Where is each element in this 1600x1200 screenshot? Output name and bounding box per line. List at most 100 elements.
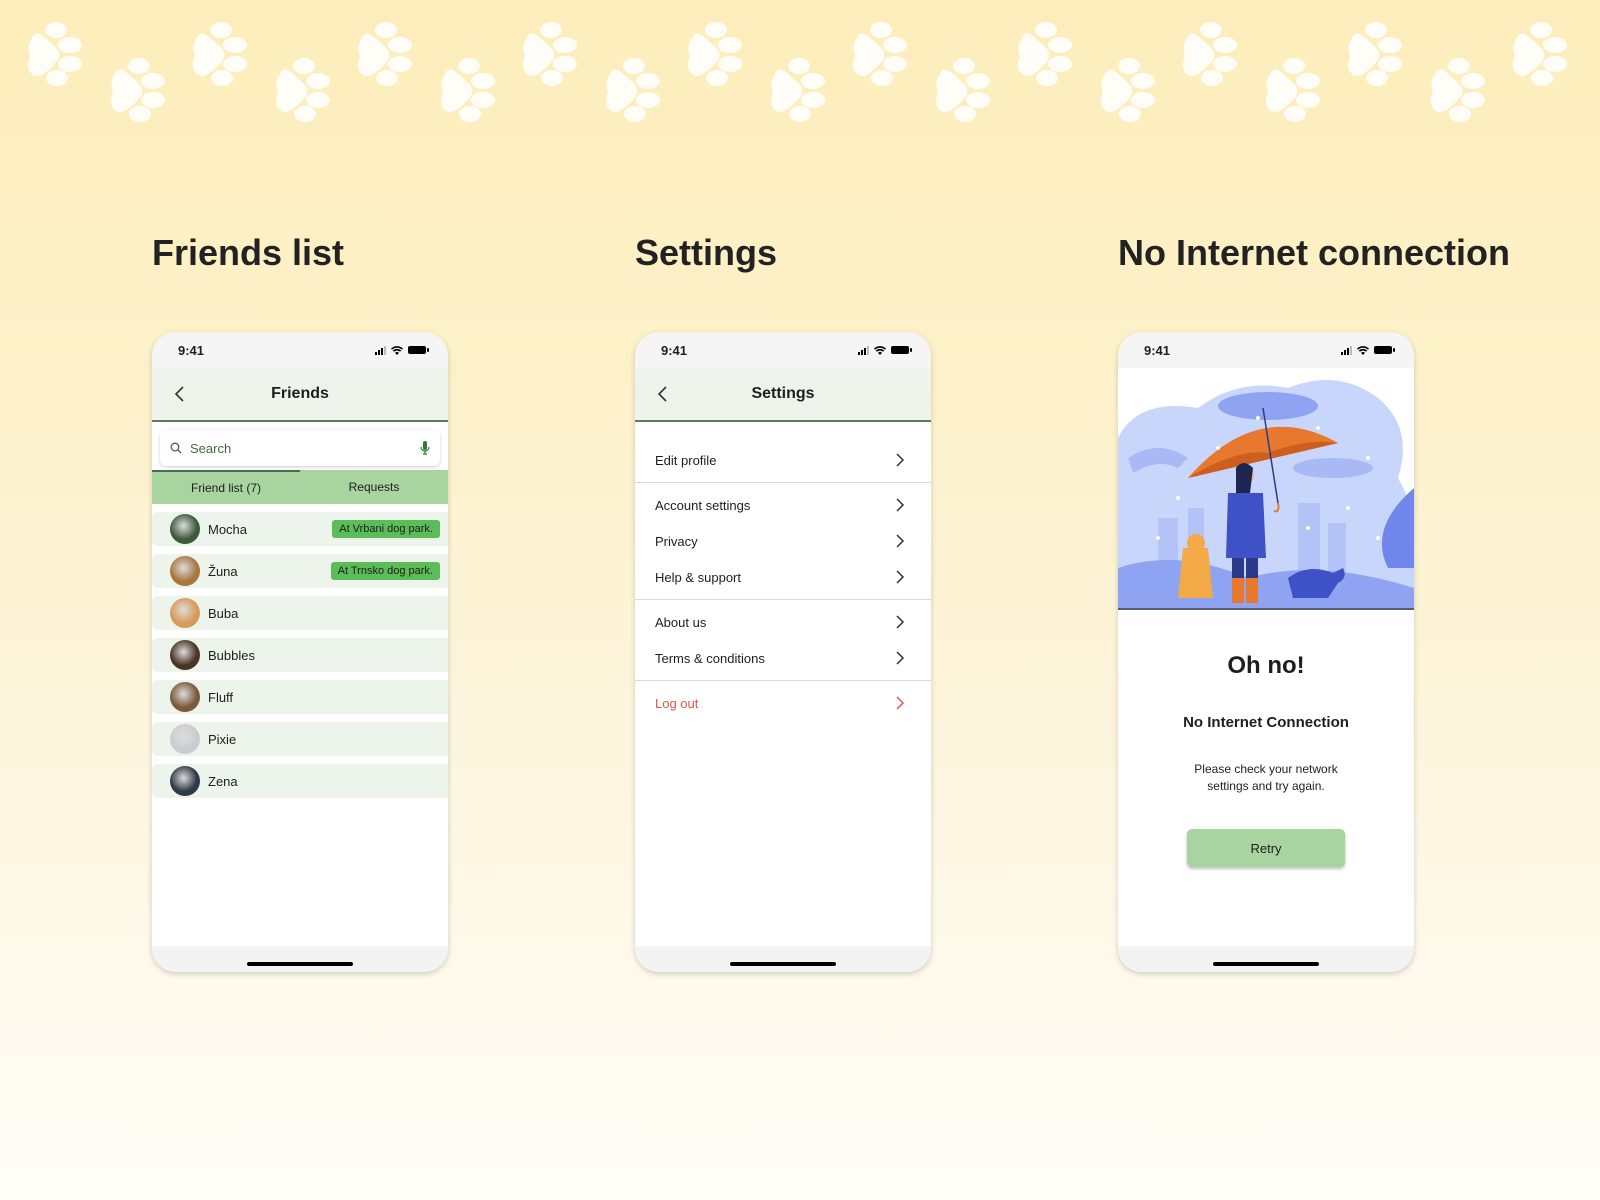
settings-list: Edit profile Account settings Privacy Help … [635, 422, 931, 725]
paw-print-icon [189, 16, 251, 88]
chevron-right-icon [896, 651, 905, 665]
signal-icon [375, 345, 386, 355]
status-time: 9:41 [178, 342, 205, 358]
chevron-right-icon [896, 615, 905, 629]
avatar [170, 514, 200, 544]
chevron-right-icon [896, 534, 905, 548]
settings-item-label: Account settings [655, 497, 751, 513]
status-bar: 9:41 [152, 332, 448, 368]
avatar [170, 766, 200, 796]
settings-item[interactable]: Help & support [635, 559, 931, 595]
friend-name: Buba [208, 605, 239, 621]
phone-friends: 9:41 Friends Friend list (7) Requests Mo… [152, 332, 448, 972]
paw-print-icon [1097, 52, 1159, 124]
microphone-icon[interactable] [420, 441, 430, 455]
battery-icon [891, 346, 912, 354]
wifi-icon [1357, 345, 1369, 355]
settings-group: Log out [635, 681, 931, 725]
home-indicator[interactable] [1213, 962, 1319, 966]
paw-print-icon [1344, 16, 1406, 88]
paw-print-icon [1179, 16, 1241, 88]
paw-print-icon [1427, 52, 1489, 124]
avatar [170, 640, 200, 670]
illustration-divider [1118, 608, 1414, 610]
rain-illustration [1118, 368, 1414, 608]
wifi-icon [874, 345, 886, 355]
section-title-friends: Friends list [152, 232, 345, 273]
section-title-no-internet: No Internet connection [1118, 232, 1511, 273]
chevron-right-icon [896, 570, 905, 584]
phone-settings: 9:41 Settings Edit profile Account settin… [635, 332, 931, 972]
search-icon [170, 442, 182, 454]
settings-item[interactable]: Edit profile [635, 442, 931, 478]
friend-row[interactable]: Pixie [152, 722, 448, 756]
back-chevron-icon[interactable] [653, 384, 673, 404]
search-input[interactable] [190, 440, 420, 456]
chevron-right-icon [896, 696, 905, 710]
home-area [152, 946, 448, 972]
settings-item-label: Edit profile [655, 452, 717, 468]
settings-item[interactable]: Account settings [635, 487, 931, 523]
back-chevron-icon[interactable] [170, 384, 190, 404]
friend-row[interactable]: Žuna At Trnsko dog park. [152, 554, 448, 588]
paw-print-icon [767, 52, 829, 124]
error-message: Please check your network settings and t… [1194, 762, 1338, 793]
avatar [170, 598, 200, 628]
home-area [635, 946, 931, 972]
friend-row[interactable]: Fluff [152, 680, 448, 714]
wifi-icon [391, 345, 403, 355]
friend-row[interactable]: Buba [152, 596, 448, 630]
battery-icon [1374, 346, 1395, 354]
retry-button[interactable]: Retry [1187, 829, 1345, 867]
settings-item[interactable]: Log out [635, 685, 931, 721]
paw-print-icon [932, 52, 994, 124]
settings-item[interactable]: Privacy [635, 523, 931, 559]
friend-name: Bubbles [208, 647, 255, 663]
error-subtitle: No Internet Connection [1183, 714, 1349, 731]
friend-list: Mocha At Vrbani dog park. Žuna At Trnsko do… [152, 504, 448, 798]
paw-print-icon [354, 16, 416, 88]
nav-title: Settings [751, 385, 815, 402]
avatar [170, 682, 200, 712]
tab-requests[interactable]: Requests [300, 470, 448, 504]
location-badge: At Vrbani dog park. [332, 520, 440, 538]
status-time: 9:41 [661, 342, 688, 358]
home-area [1118, 946, 1414, 972]
location-badge: At Trnsko dog park. [330, 562, 440, 580]
settings-item-label: Terms & conditions [655, 650, 765, 666]
chevron-right-icon [896, 498, 905, 512]
battery-icon [408, 346, 429, 354]
friend-name: Žuna [208, 563, 238, 579]
error-title: Oh no! [1227, 652, 1305, 679]
paw-print-icon [1014, 16, 1076, 88]
paw-print-icon [849, 16, 911, 88]
paw-print-icon [602, 52, 664, 124]
avatar [170, 556, 200, 586]
paw-print-icon [1262, 52, 1324, 124]
paw-print-icon [107, 52, 169, 124]
paw-print-banner [0, 0, 1600, 140]
paw-print-icon [519, 16, 581, 88]
friend-name: Fluff [208, 689, 234, 705]
friend-row[interactable]: Bubbles [152, 638, 448, 672]
paw-print-icon [272, 52, 334, 124]
search-bar[interactable] [160, 430, 440, 466]
friend-row[interactable]: Mocha At Vrbani dog park. [152, 512, 448, 546]
home-indicator[interactable] [247, 962, 353, 966]
friend-row[interactable]: Zena [152, 764, 448, 798]
settings-item-label: Privacy [655, 533, 698, 549]
settings-group: Edit profile [635, 438, 931, 483]
signal-icon [1341, 345, 1352, 355]
home-indicator[interactable] [730, 962, 836, 966]
friend-tabs: Friend list (7) Requests [152, 470, 448, 504]
paw-print-icon [684, 16, 746, 88]
tab-friend-list[interactable]: Friend list (7) [152, 470, 300, 504]
friend-name: Pixie [208, 731, 237, 747]
status-bar: 9:41 [635, 332, 931, 368]
status-bar: 9:41 [1118, 332, 1414, 368]
friend-name: Mocha [208, 521, 248, 537]
settings-item[interactable]: Terms & conditions [635, 640, 931, 676]
paw-print-icon [437, 52, 499, 124]
settings-item[interactable]: About us [635, 604, 931, 640]
status-time: 9:41 [1144, 342, 1171, 358]
